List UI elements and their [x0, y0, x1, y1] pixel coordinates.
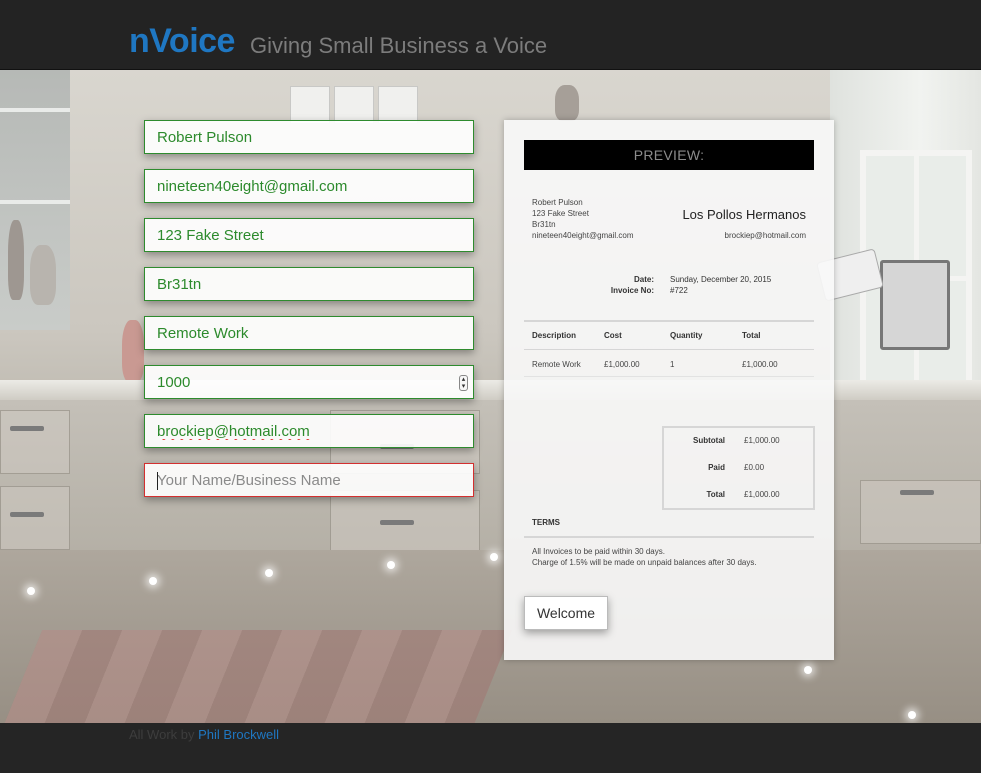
invoice-meta-values: Sunday, December 20, 2015 #722 — [670, 274, 771, 296]
preview-header: PREVIEW: — [524, 140, 814, 170]
credit-prefix: All Work by — [129, 727, 195, 742]
subtotal-label: Subtotal — [693, 436, 725, 445]
floor-light — [27, 587, 35, 595]
invoice-meta-labels: Date: Invoice No: — [604, 274, 654, 296]
terms-line-2: Charge of 1.5% will be made on unpaid ba… — [532, 558, 757, 567]
terms-divider — [524, 536, 814, 538]
sender-email-field — [144, 169, 474, 203]
postcode-field — [144, 267, 474, 301]
storage-box — [290, 86, 330, 124]
terms-title: TERMS — [532, 518, 560, 527]
column-header-cost: Cost — [604, 331, 622, 340]
number-stepper-icon[interactable]: ▴ ▾ — [459, 375, 468, 391]
vase — [555, 85, 579, 121]
business-name-field — [144, 463, 474, 497]
drawer-handle — [380, 520, 414, 525]
amount-input[interactable] — [145, 366, 473, 398]
table-divider — [524, 376, 814, 377]
background-monitor — [880, 260, 950, 350]
floor-light — [265, 569, 273, 577]
street-field — [144, 218, 474, 252]
footer-credit: All Work by Phil Brockwell — [129, 727, 279, 742]
storage-box — [334, 86, 374, 124]
client-email: brockiep@hotmail.com — [724, 231, 806, 240]
row-quantity: 1 — [670, 360, 675, 369]
app-footer: All Work by Phil Brockwell — [0, 723, 981, 773]
app-header: nVoice Giving Small Business a Voice — [0, 0, 981, 70]
drawer-handle — [900, 490, 934, 495]
row-cost: £1,000.00 — [604, 360, 640, 369]
floor-light — [490, 553, 498, 561]
drawer — [0, 486, 70, 550]
background-shelf — [0, 70, 70, 330]
postcode-input[interactable] — [145, 268, 473, 300]
description-input[interactable] — [145, 317, 473, 349]
sender-email-input[interactable] — [145, 170, 473, 202]
text-caret — [157, 472, 158, 490]
row-total: £1,000.00 — [742, 360, 778, 369]
business-name-input[interactable] — [145, 464, 473, 496]
paid-value: £0.00 — [744, 463, 765, 472]
subtotal-value: £1,000.00 — [744, 436, 780, 445]
storage-box — [378, 86, 418, 124]
amount-field: ▴▾ — [144, 365, 474, 399]
brand-logo[interactable]: nVoice — [129, 22, 235, 61]
floor-light — [804, 666, 812, 674]
drawer — [0, 410, 70, 474]
total-label: Total — [706, 490, 725, 499]
client-email-field — [144, 414, 474, 448]
terms-text: All Invoices to be paid within 30 days. … — [532, 546, 757, 568]
totals-box: Subtotal £1,000.00 Paid £0.00 Total £1,0… — [662, 426, 815, 510]
column-header-quantity: Quantity — [670, 331, 703, 340]
table-divider — [524, 320, 814, 322]
invoice-no-value: #722 — [670, 286, 688, 295]
shelf-board — [0, 108, 70, 112]
brand-tagline: Giving Small Business a Voice — [250, 33, 548, 58]
drawer-handle — [10, 512, 44, 517]
sender-email: nineteen40eight@gmail.com — [532, 231, 634, 240]
date-value: Sunday, December 20, 2015 — [670, 275, 772, 284]
sender-street: 123 Fake Street — [532, 209, 589, 218]
description-field — [144, 316, 474, 350]
date-label: Date: — [633, 275, 654, 284]
background-rug — [0, 630, 513, 723]
table-divider — [524, 349, 814, 350]
sender-name-field — [144, 120, 474, 154]
vase — [30, 245, 56, 305]
author-link[interactable]: Phil Brockwell — [198, 727, 279, 742]
invoice-preview: PREVIEW: Robert Pulson 123 Fake Street B… — [504, 120, 834, 660]
sender-postcode: Br31tn — [532, 220, 556, 229]
sender-address: Robert Pulson 123 Fake Street Br31tn nin… — [532, 197, 634, 241]
floor-light — [387, 561, 395, 569]
shelf-board — [0, 200, 70, 204]
column-header-description: Description — [532, 331, 577, 340]
vase — [8, 220, 24, 300]
paid-label: Paid — [708, 463, 725, 472]
row-description: Remote Work — [532, 360, 581, 369]
welcome-button[interactable]: Welcome — [524, 596, 608, 630]
sender-name-input[interactable] — [145, 121, 473, 153]
client-email-input[interactable] — [145, 415, 473, 447]
column-header-total: Total — [742, 331, 761, 340]
street-input[interactable] — [145, 219, 473, 251]
terms-line-1: All Invoices to be paid within 30 days. — [532, 547, 665, 556]
client-name: Los Pollos Hermanos — [682, 207, 806, 222]
floor-light — [149, 577, 157, 585]
drawer-handle — [10, 426, 44, 431]
floor-light — [908, 711, 916, 719]
sender-name: Robert Pulson — [532, 198, 583, 207]
vase — [122, 320, 144, 382]
total-value: £1,000.00 — [744, 490, 780, 499]
invoice-no-label: Invoice No: — [610, 286, 654, 295]
